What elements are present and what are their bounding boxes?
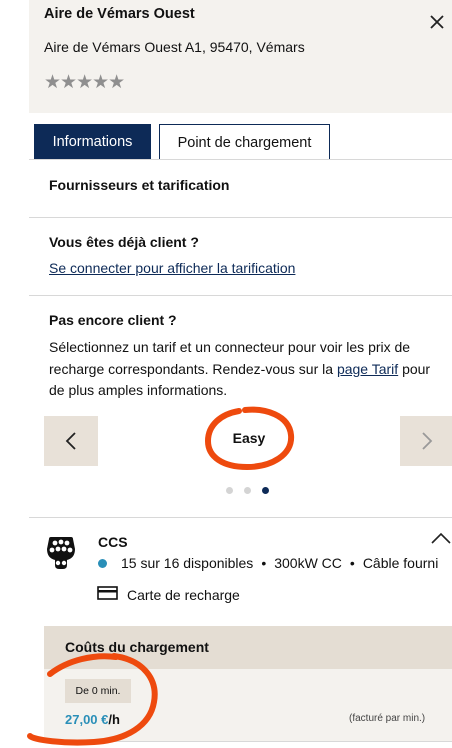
login-link[interactable]: Se connecter pour afficher la tarificati… <box>49 260 295 276</box>
carousel-dot[interactable] <box>226 487 233 494</box>
price-value: 27,00 € <box>65 712 109 727</box>
connector-specs: 15 sur 16 disponibles • 300kW CC • Câble… <box>98 555 438 571</box>
costs-title: Coûts du chargement <box>65 639 209 655</box>
section-divider <box>29 517 452 518</box>
station-header: Aire de Vémars Ouest Aire de Vémars Oues… <box>29 0 452 113</box>
providers-title: Fournisseurs et tarification <box>49 177 230 193</box>
carousel-dot-active[interactable] <box>262 487 269 494</box>
new-client-text: Sélectionnez un tarif et un connecteur p… <box>49 337 445 402</box>
tariff-page-link[interactable]: page Tarif <box>337 361 398 377</box>
price-unit: /h <box>108 712 120 727</box>
separator-dot: • <box>261 555 267 571</box>
time-badge: De 0 min. <box>65 679 131 703</box>
status-dot-icon <box>98 558 107 568</box>
connector-power: 300kW CC <box>274 555 342 571</box>
ccs-connector-icon <box>47 537 75 569</box>
costs-header: Coûts du chargement <box>44 626 452 669</box>
chevron-left-icon <box>65 432 76 450</box>
chevron-up-icon[interactable] <box>430 531 452 545</box>
carousel-prev-button[interactable] <box>44 416 98 466</box>
tariff-name: Easy <box>232 430 266 446</box>
close-icon[interactable] <box>427 12 447 32</box>
credit-card-icon <box>97 586 118 600</box>
rating-stars[interactable]: ★★★★★ <box>44 71 125 94</box>
section-divider <box>29 295 452 296</box>
carousel-dots <box>226 487 269 494</box>
existing-client-title: Vous êtes déjà client ? <box>49 234 199 250</box>
costs-panel: De 0 min. 27,00 €/h (facturé par min.) <box>44 669 452 741</box>
tabs-divider <box>29 159 452 160</box>
connector-type: CCS <box>98 534 128 550</box>
price: 27,00 €/h <box>65 712 120 727</box>
separator-dot: • <box>349 555 355 571</box>
carousel-next-button[interactable] <box>400 416 452 466</box>
new-client-title: Pas encore client ? <box>49 312 177 328</box>
station-name: Aire de Vémars Ouest <box>44 6 195 22</box>
billing-note: (facturé par min.) <box>349 713 426 724</box>
connector-availability: 15 sur 16 disponibles <box>121 555 254 571</box>
carousel-dot[interactable] <box>244 487 251 494</box>
tab-point-de-chargement[interactable]: Point de chargement <box>159 124 330 160</box>
section-divider <box>29 217 452 218</box>
payment-method: Carte de recharge <box>127 587 240 603</box>
station-address: Aire de Vémars Ouest A1, 95470, Vémars <box>44 39 305 55</box>
chevron-right-icon <box>422 432 433 450</box>
tab-informations[interactable]: Informations <box>34 124 151 160</box>
connector-cable: Câble fourni <box>362 555 439 571</box>
section-divider <box>44 741 452 742</box>
